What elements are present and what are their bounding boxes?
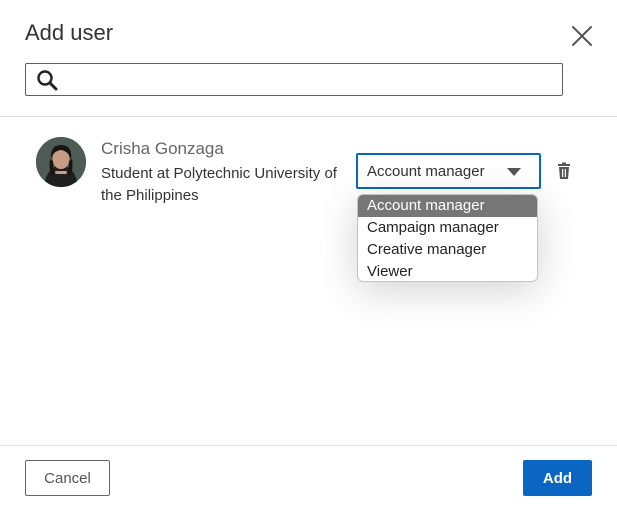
search-icon [37,70,58,91]
role-option-viewer[interactable]: Viewer [358,261,537,281]
add-user-dialog: Add user Crisha Gonzaga Student at Polyt… [0,0,617,510]
search-box[interactable] [25,63,563,97]
dialog-title: Add user [25,20,114,45]
role-dropdown-menu: Account manager Campaign manager Creativ… [357,194,538,282]
header-divider [0,116,617,117]
close-button[interactable] [566,22,598,50]
footer-divider [0,445,617,446]
role-select[interactable]: Account manager [356,153,541,189]
role-option-creative-manager[interactable]: Creative manager [358,239,537,261]
delete-user-button[interactable] [554,161,574,181]
search-input[interactable] [66,64,560,97]
role-select-value: Account manager [367,163,485,180]
user-headline: Student at Polytechnic University of the… [101,165,337,204]
trash-icon [558,162,570,179]
role-option-account-manager[interactable]: Account manager [358,195,537,217]
caret-down-icon [507,168,521,176]
role-option-campaign-manager[interactable]: Campaign manager [358,217,537,239]
add-button[interactable]: Add [523,460,592,496]
avatar [36,137,86,187]
cancel-button[interactable]: Cancel [25,460,110,496]
user-name: Crisha Gonzaga [101,139,224,158]
close-icon [572,26,592,46]
